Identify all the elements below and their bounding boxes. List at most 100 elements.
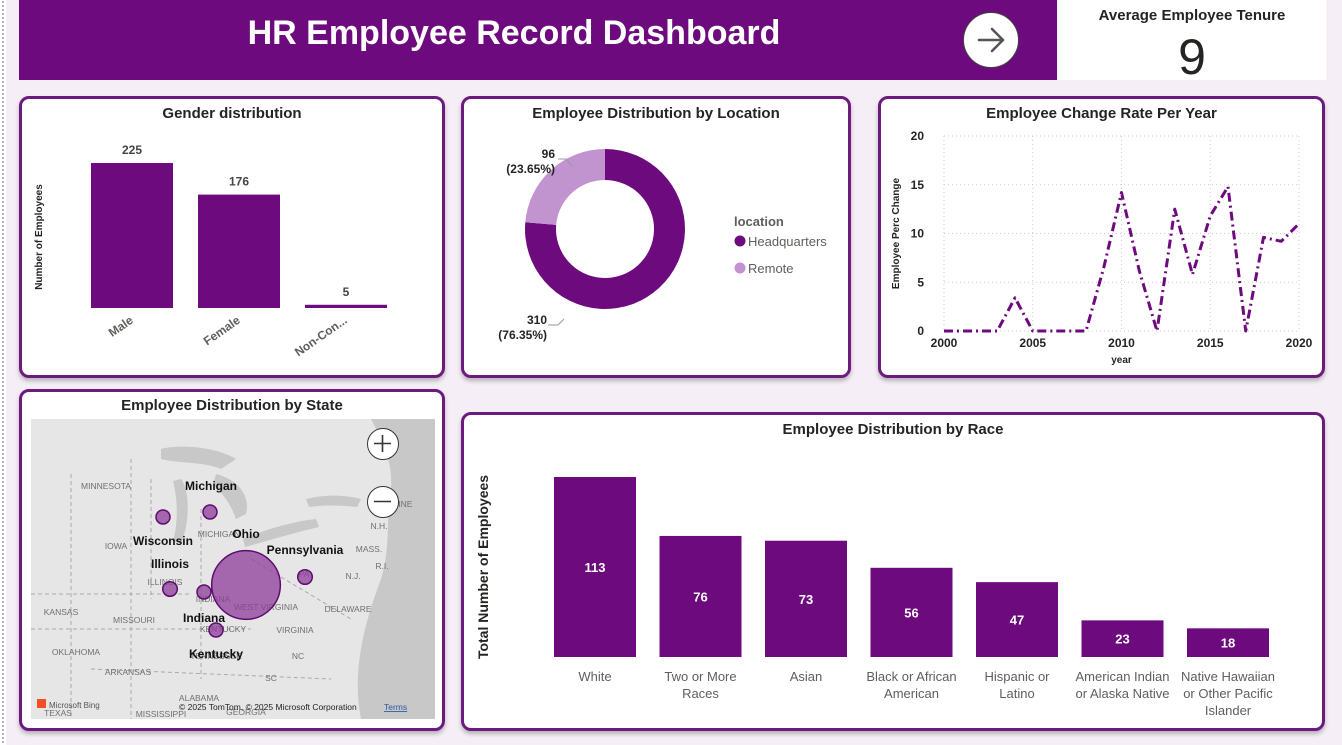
y-tick-label: 0	[917, 324, 924, 338]
basemap-label: NC	[292, 651, 304, 661]
y-tick-label: 10	[911, 227, 925, 241]
location-donut-chart: 310(76.35%) 96(23.65%) location Headquarter…	[498, 147, 827, 342]
data-label: 176	[229, 175, 249, 189]
bubble-wisconsin	[155, 509, 171, 525]
map-terms-link[interactable]: Terms	[384, 702, 407, 712]
data-label: 76	[693, 589, 707, 604]
data-label: 5	[343, 285, 350, 299]
basemap-label: ARKANSAS	[105, 667, 152, 677]
y-tick-label: 20	[911, 129, 925, 143]
race-distribution-card[interactable]: Employee Distribution by Race Total Numb…	[461, 412, 1325, 731]
x-tick-label: 2000	[931, 336, 958, 350]
legend-item: Remote	[748, 261, 794, 276]
x-tick-label: Black or African	[866, 669, 956, 684]
x-tick-label: 2005	[1019, 336, 1046, 350]
basemap-label: KANSAS	[44, 607, 79, 617]
x-tick-label: Asian	[790, 669, 823, 684]
basemap-label: SC	[265, 673, 277, 683]
data-label-percent: (76.35%)	[498, 328, 547, 342]
y-tick-label: 15	[911, 178, 925, 192]
bubble-illinois	[161, 580, 179, 598]
gender-distribution-card[interactable]: Gender distribution Number of Employees 2…	[19, 96, 445, 378]
data-label: 56	[904, 605, 918, 620]
x-tick-label: or Alaska Native	[1076, 686, 1170, 701]
x-tick-label: Female	[201, 313, 243, 348]
legend-title: location	[734, 214, 784, 229]
x-tick-label: 2015	[1197, 336, 1224, 350]
basemap-label: N.J.	[345, 571, 360, 581]
microsoft-logo	[37, 699, 46, 708]
bar-female	[198, 194, 280, 308]
x-tick-label: or Other Pacific	[1183, 686, 1273, 701]
state-label: Kentucky	[189, 647, 243, 661]
bubble-kentucky	[208, 622, 224, 638]
state-distribution-card[interactable]: Employee Distribution by State MINNESOTA…	[19, 389, 445, 731]
state-label: Pennsylvania	[267, 543, 344, 557]
data-label: 47	[1010, 613, 1024, 628]
x-tick-label: 2010	[1108, 336, 1135, 350]
legend-marker	[734, 235, 746, 247]
kpi-value: 9	[1178, 29, 1206, 85]
bubble-indiana	[196, 584, 212, 600]
x-tick-label: Hispanic or	[984, 669, 1050, 684]
header-banner: HR Employee Record Dashboard	[19, 0, 1057, 80]
lake-ontario	[306, 495, 361, 507]
basemap-label: DELAWARE	[324, 604, 371, 614]
leader-line	[548, 318, 565, 326]
basemap-label: MISSOURI	[113, 615, 155, 625]
state-label: Illinois	[151, 557, 189, 571]
kpi-card-average-tenure: Average Employee Tenure 9	[1058, 0, 1326, 85]
bubble-michigan	[202, 504, 218, 520]
plus-icon	[374, 435, 391, 452]
x-tick-label: Islander	[1205, 703, 1252, 718]
arrow-right-icon	[977, 27, 1005, 53]
page-title: HR Employee Record Dashboard	[247, 14, 781, 52]
y-axis-label: Number of Employees	[34, 184, 45, 290]
basemap-label: R.I.	[375, 561, 388, 571]
state-label: Indiana	[183, 611, 225, 625]
bubble-pennsylvania	[296, 568, 314, 586]
basemap-label: N.H.	[371, 521, 388, 531]
x-tick-label: White	[578, 669, 611, 684]
navigate-button[interactable]	[963, 12, 1019, 68]
change-rate-card[interactable]: Employee Change Rate Per Year 0 5 10 15 20 20…	[878, 96, 1325, 378]
minus-icon	[374, 500, 391, 503]
race-bar-chart: Total Number of Employees 113 White 76 Two o…	[475, 475, 1275, 718]
bubble-ohio	[210, 549, 282, 621]
x-tick-label: Races	[682, 686, 719, 701]
state-label: Michigan	[185, 479, 237, 493]
data-label-value: 310	[527, 313, 547, 327]
zoom-in-button[interactable]	[367, 428, 399, 460]
location-distribution-card[interactable]: Employee Distribution by Location 310 (76…	[461, 96, 851, 378]
basemap-label: MASS.	[356, 544, 382, 554]
legend-marker	[734, 262, 746, 274]
map-brand: Microsoft Bing	[49, 701, 100, 710]
data-label-percent: (23.65%)	[506, 162, 555, 176]
x-tick-label: American	[884, 686, 939, 701]
legend-item: Headquarters	[748, 234, 827, 249]
map-copyright: © 2025 TomTom, © 2025 Microsoft Corporat…	[179, 702, 357, 712]
x-tick-label: Native Hawaiian	[1181, 669, 1275, 684]
x-axis-label: year	[1111, 355, 1132, 366]
x-tick-label: Non-Con...	[292, 313, 350, 359]
chart-title: Employee Distribution by State	[121, 397, 343, 414]
state-label: Wisconsin	[133, 534, 193, 548]
kpi-label: Average Employee Tenure	[1098, 7, 1286, 24]
basemap-label: IOWA	[105, 541, 128, 551]
data-label: 73	[799, 592, 813, 607]
data-label: 18	[1221, 636, 1235, 651]
x-tick-label: 2020	[1286, 336, 1313, 350]
zoom-out-button[interactable]	[367, 486, 399, 518]
page-left-dotted-border	[0, 0, 6, 745]
data-label: 225	[122, 143, 142, 157]
change-rate-line-chart: 0 5 10 15 20 2000 2005 2010 2015 2020 year Employee…	[891, 129, 1313, 366]
x-tick-label: Male	[106, 313, 136, 340]
state-label: Ohio	[232, 527, 259, 541]
y-tick-label: 5	[917, 275, 924, 289]
basemap-label: MINNESOTA	[81, 481, 131, 491]
slice-remote	[525, 149, 605, 225]
state-bubble-map[interactable]: MINNESOTA IOWA KANSAS MISSOURI OKLAHOMA ARKAN…	[31, 419, 435, 719]
bar-male	[91, 163, 173, 308]
bar-non-con-	[305, 304, 387, 308]
data-label: 113	[585, 560, 606, 575]
